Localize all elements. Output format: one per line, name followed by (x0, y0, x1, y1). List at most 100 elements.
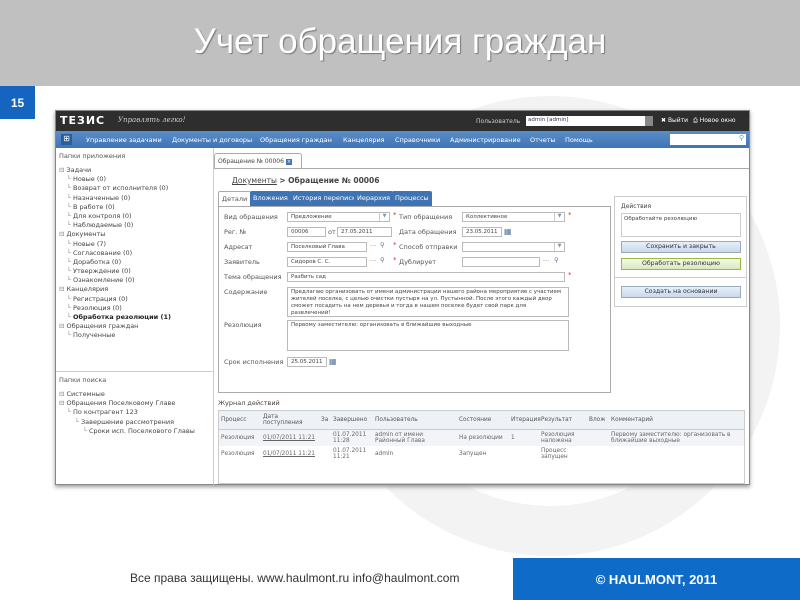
reg-date-input[interactable]: 27.05.2011 (337, 227, 392, 237)
table-cell: Резолюция (221, 451, 255, 457)
breadcrumb-link[interactable]: Документы (232, 176, 277, 185)
column-header[interactable]: Дата поступления (261, 411, 319, 430)
column-header[interactable]: Пользователь (373, 411, 457, 430)
new-window-link[interactable]: ⎙ Новое окно (693, 117, 736, 125)
table-cell[interactable]: 01/07/2011 11:21 (261, 430, 319, 447)
lookup-button[interactable]: ··· (543, 257, 549, 265)
process-resolution-button[interactable]: Обработать резолюцию (621, 258, 741, 270)
subtab-hierarchy[interactable]: Иерархия (354, 191, 394, 206)
tree-item[interactable]: └ Доработка (0) (59, 258, 171, 267)
menu-administration[interactable]: Администрирование (450, 136, 521, 144)
tree-item[interactable]: └ Завершение рассмотрения (59, 418, 195, 427)
menu-references[interactable]: Справочники (395, 136, 440, 144)
tema-input[interactable]: Разбить сад (287, 272, 565, 282)
tree-item[interactable]: └ Возврат от исполнителя (0) (59, 184, 171, 193)
table-row[interactable]: Резолюция 01/07/2011 11:21 01.07.2011 11:2… (219, 429, 744, 447)
menu-citizen-requests[interactable]: Обращения граждан (260, 136, 332, 144)
column-header[interactable]: Влож (587, 411, 609, 430)
tip-select[interactable]: Коллективное ▼ (462, 212, 565, 222)
tree-item[interactable]: ⊟ Задачи (59, 166, 171, 175)
search-icon[interactable]: ⚲ (380, 241, 385, 249)
tree-item[interactable]: └ Резолюция (0) (59, 304, 171, 313)
reg-input[interactable]: 00006 (287, 227, 326, 237)
lookup-button[interactable]: ··· (370, 257, 376, 265)
create-based-button[interactable]: Создать на основании (621, 286, 741, 298)
calendar-icon[interactable]: ▦ (504, 227, 512, 236)
table-cell[interactable]: 01/07/2011 11:21 (261, 446, 319, 462)
sposob-select[interactable]: ▼ (462, 242, 565, 252)
column-header[interactable]: За (319, 411, 331, 430)
search-icon[interactable]: ⚲ (554, 256, 559, 264)
tree-item[interactable]: └ Сроки исп. Поселкового Главы (59, 427, 195, 436)
tree-item[interactable]: └ Ознакомление (0) (59, 276, 171, 285)
tab-document[interactable]: Обращение № 00006 × (214, 153, 302, 168)
tree-item[interactable]: ⊟ Системные (59, 390, 195, 399)
chevron-down-icon[interactable]: ▼ (554, 243, 564, 251)
tree-item-label: Обращения Поселковому Главе (66, 399, 176, 408)
expand-icon: ⊟ (59, 166, 67, 174)
tree-item[interactable]: ⊟ Канцелярия (59, 285, 171, 294)
tree-item[interactable]: └ По контрагент 123 (59, 408, 195, 417)
menu-documents[interactable]: Документы и договоры (172, 136, 252, 144)
expand-icon: ⊟ (59, 230, 67, 239)
tree-item[interactable]: ⊟ Обращения Поселковому Главе (59, 399, 195, 408)
tree-item[interactable]: └ Регистрация (0) (59, 295, 171, 304)
soderzhanie-textarea[interactable]: Предлагаю организовать от имени админист… (287, 287, 569, 317)
vid-select[interactable]: Предложение ▼ (287, 212, 390, 222)
calendar-icon[interactable]: ▦ (329, 357, 337, 366)
column-header[interactable]: Итерация (509, 411, 541, 430)
menu-office[interactable]: Канцелярия (343, 136, 385, 144)
tree-item[interactable]: └ Новые (7) (59, 240, 171, 249)
subtab-details[interactable]: Детали (218, 191, 252, 206)
menu-help[interactable]: Помощь (565, 136, 593, 144)
close-tab-icon[interactable]: × (285, 159, 293, 165)
logout-link[interactable]: ✖ Выйти (661, 117, 688, 124)
divider[interactable] (56, 371, 213, 372)
tree-item[interactable]: ⊟ Документы (59, 230, 171, 239)
tree-item[interactable]: └ Для контроля (0) (59, 212, 171, 221)
app-folders-tree: ⊟ Задачи └ Новые (0) └ Возврат от исполнит… (59, 166, 171, 341)
search-input[interactable]: ⚲ (670, 134, 746, 145)
tree-item[interactable]: └ Согласование (0) (59, 249, 171, 258)
search-icon[interactable]: ⚲ (380, 256, 385, 264)
subtab-attachments[interactable]: Вложения (250, 191, 291, 206)
adresat-input[interactable]: Поселковый Глава (287, 242, 367, 252)
user-select[interactable]: admin [admin] (526, 116, 653, 126)
actions-title: Действия (621, 203, 652, 210)
journal-title: Журнал действий (218, 399, 280, 407)
tree-item[interactable]: └ Наблюдаемые (0) (59, 221, 171, 230)
zayavitel-input[interactable]: Сидоров С. С. (287, 257, 367, 267)
tree-item[interactable]: ⊟ Обращения граждан (59, 322, 171, 331)
tree-item-label: Системные (66, 390, 105, 398)
actions-hint: Обработайте резолюцию (621, 213, 741, 237)
rezolyutsiya-textarea[interactable]: Первому заместителю: организовать в ближ… (287, 320, 569, 351)
tree-item[interactable]: └ Назначенные (0) (59, 194, 171, 203)
tree-item[interactable]: └ Утверждение (0) (59, 267, 171, 276)
data-input[interactable]: 23.05.2011 (462, 227, 502, 237)
column-header[interactable]: Процесс (219, 411, 261, 430)
column-header[interactable]: Завершено (331, 411, 373, 430)
srok-input[interactable]: 25.05.2011 (287, 357, 327, 367)
chevron-down-icon[interactable]: ▼ (554, 213, 564, 221)
tree-item[interactable]: └ Новые (0) (59, 175, 171, 184)
dropdown-arrow-icon[interactable] (645, 116, 653, 126)
chevron-down-icon[interactable]: ▼ (379, 213, 389, 221)
tree-icon[interactable]: ⊞ (61, 134, 72, 145)
dubl-input[interactable] (462, 257, 540, 267)
save-close-button[interactable]: Сохранить и закрыть (621, 241, 741, 253)
table-row[interactable]: Резолюция 01/07/2011 11:21 01.07.2011 11:2… (219, 446, 744, 462)
column-header[interactable]: Результат (539, 411, 587, 430)
tree-item[interactable]: └ Обработка резолюции (1) (59, 313, 171, 322)
tema-value: Разбить сад (291, 274, 326, 280)
lookup-button[interactable]: ··· (370, 242, 376, 250)
menu-reports[interactable]: Отчеты (530, 136, 556, 144)
menu-tasks[interactable]: Управление задачами (86, 136, 162, 144)
search-folders-tree: ⊟ Системные ⊟ Обращения Поселковому Главе… (59, 390, 195, 436)
reg-label: Рег. № (224, 228, 247, 236)
tree-item[interactable]: └ Полученные (59, 331, 171, 340)
column-header[interactable]: Состояние (457, 411, 509, 430)
column-header[interactable]: Комментарий (609, 411, 744, 430)
subtab-processes[interactable]: Процессы (392, 191, 432, 206)
subtab-history[interactable]: История переписки (290, 191, 364, 206)
tree-item[interactable]: └ В работе (0) (59, 203, 171, 212)
